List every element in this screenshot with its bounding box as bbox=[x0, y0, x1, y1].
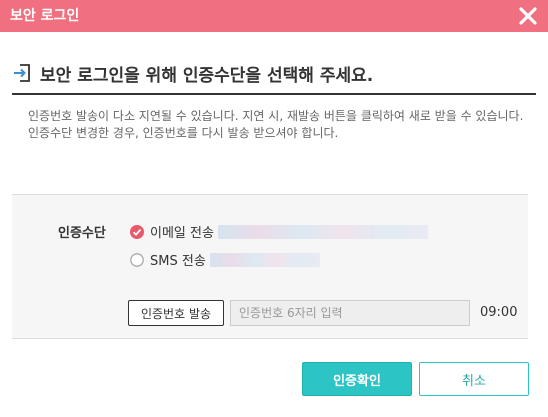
login-icon bbox=[14, 64, 30, 82]
email-option-label: 이메일 전송 bbox=[150, 226, 214, 241]
sms-option-label: SMS 전송 bbox=[150, 254, 206, 269]
dialog-title: 보안 로그인 bbox=[10, 8, 80, 24]
redacted-phone bbox=[209, 252, 320, 267]
heading-divider bbox=[12, 93, 536, 95]
send-code-button[interactable]: 인증번호 발송 bbox=[128, 300, 224, 326]
code-input[interactable] bbox=[230, 300, 470, 326]
radio-unchecked-icon[interactable] bbox=[130, 252, 144, 267]
dialog-titlebar: 보안 로그인 bbox=[0, 0, 548, 32]
countdown-timer: 09:00 bbox=[480, 305, 518, 320]
auth-method-label: 인증수단 bbox=[58, 226, 106, 241]
close-icon[interactable] bbox=[516, 4, 540, 28]
dialog-heading: 보안 로그인을 위해 인증수단을 선택해 주세요. bbox=[12, 58, 373, 88]
redacted-email bbox=[217, 224, 428, 239]
heading-text: 보안 로그인을 위해 인증수단을 선택해 주세요. bbox=[40, 65, 374, 86]
sms-option[interactable]: SMS 전송 bbox=[130, 250, 320, 269]
radio-checked-icon[interactable] bbox=[130, 224, 144, 239]
confirm-button[interactable]: 인증확인 bbox=[302, 362, 412, 396]
email-option[interactable]: 이메일 전송 bbox=[130, 222, 428, 241]
cancel-button[interactable]: 취소 bbox=[419, 362, 529, 396]
description-text: 인증번호 발송이 다소 지연될 수 있습니다. 지연 시, 재발송 버튼을 클릭… bbox=[28, 109, 524, 140]
